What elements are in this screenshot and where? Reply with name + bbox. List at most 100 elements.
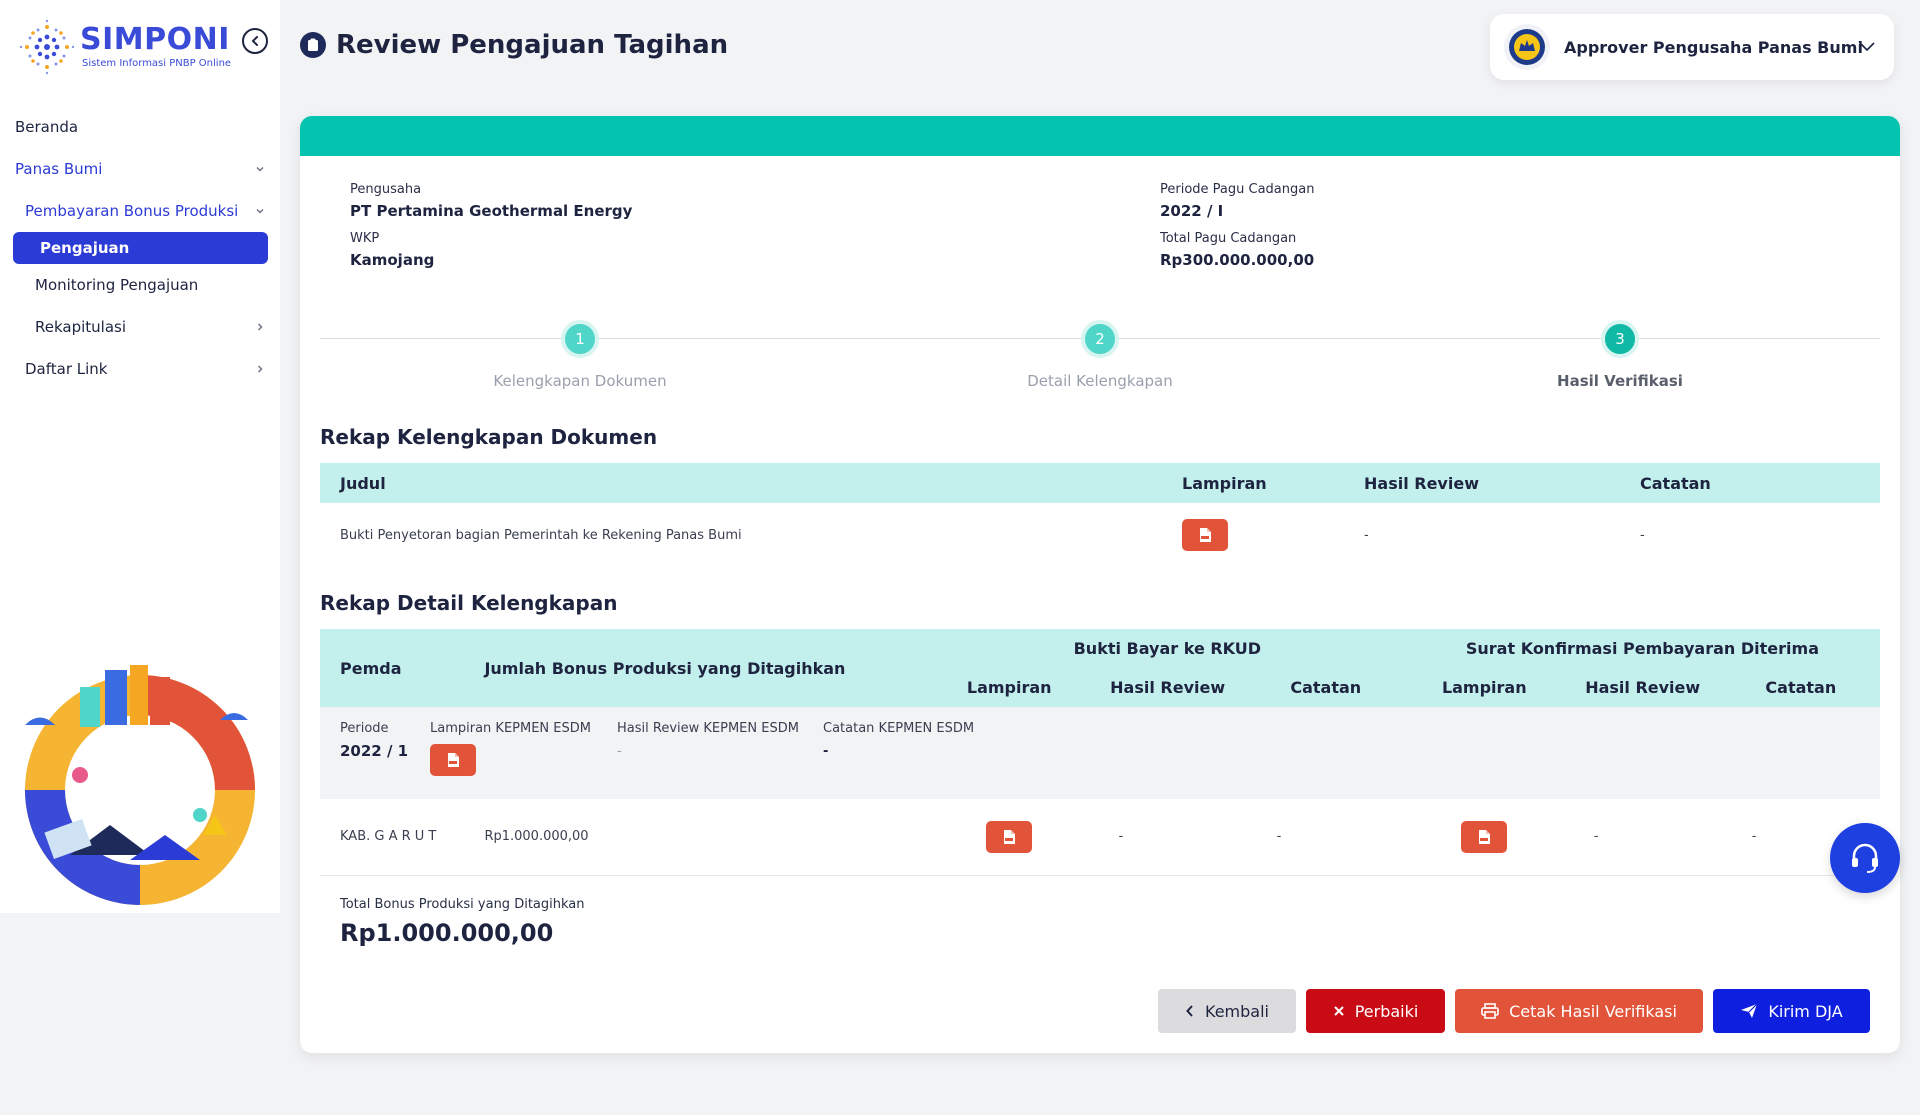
step-number: 3	[1601, 320, 1639, 358]
kemenkeu-emblem-icon	[1504, 24, 1550, 70]
step-number: 2	[1081, 320, 1119, 358]
fix-button[interactable]: Perbaiki	[1306, 989, 1445, 1033]
sidebar-item-panas-bumi[interactable]: Panas Bumi	[0, 148, 280, 190]
pdf-file-icon	[1200, 528, 1211, 542]
col-bukti-catatan: Catatan	[1246, 668, 1405, 707]
sidebar-item-pembayaran-bonus-produksi[interactable]: Pembayaran Bonus Produksi	[0, 190, 280, 232]
total-bonus-label: Total Bonus Produksi yang Ditagihkan	[340, 897, 585, 912]
pdf-file-icon	[1004, 829, 1016, 844]
info-pengusaha: Pengusaha PT Pertamina Geothermal Energy	[350, 182, 632, 220]
kepmen-lampiran-block: Lampiran KEPMEN ESDM	[430, 721, 591, 776]
logo-title: SIMPONI	[80, 22, 230, 57]
cell-hasil-review: -	[1364, 527, 1369, 543]
info-total-pagu: Total Pagu Cadangan Rp300.000.000,00	[1160, 231, 1314, 269]
periode-cell: Periode 2022 / 1 Lampiran KEPMEN ESDM Ha…	[320, 707, 1880, 799]
step-detail-kelengkapan[interactable]: 2 Detail Kelengkapan	[950, 320, 1250, 390]
info-wkp: WKP Kamojang	[350, 231, 434, 269]
col-catatan: Catatan	[1640, 463, 1880, 503]
chevron-right-icon	[254, 321, 266, 333]
wkp-label: WKP	[350, 231, 380, 246]
sidebar-item-label: Pembayaran Bonus Produksi	[25, 202, 239, 220]
col-jumlah: Jumlah Bonus Produksi yang Ditagihkan	[484, 629, 930, 707]
periode-value: 2022 / I	[1160, 202, 1224, 220]
sidebar-item-pengajuan[interactable]: Pengajuan	[13, 232, 268, 264]
col-bukti-lampiran: Lampiran	[929, 668, 1089, 707]
table-header-row: Pemda Jumlah Bonus Produksi yang Ditagih…	[320, 629, 1880, 707]
stepper: 1 Kelengkapan Dokumen 2 Detail Kelengkap…	[320, 318, 1880, 398]
total-pagu-value: Rp300.000.000,00	[1160, 251, 1315, 269]
pengusaha-value: PT Pertamina Geothermal Energy	[350, 202, 633, 220]
sidebar: SIMPONI Sistem Informasi PNBP Online Ber…	[0, 0, 280, 913]
table-row: Bukti Penyetoran bagian Pemerintah ke Re…	[320, 503, 1880, 567]
cell-catatan: -	[1640, 527, 1645, 543]
section-title-rekap-detail: Rekap Detail Kelengkapan	[320, 591, 618, 615]
col-surat-lampiran: Lampiran	[1404, 668, 1564, 707]
cell-judul: Bukti Penyetoran bagian Pemerintah ke Re…	[340, 527, 742, 543]
sidebar-item-daftar-link[interactable]: Daftar Link	[0, 348, 280, 390]
back-button-label: Kembali	[1205, 1001, 1269, 1021]
printer-icon	[1481, 1003, 1499, 1019]
kepmen-hasil-value: -	[617, 744, 622, 759]
sidebar-nav: Beranda Panas Bumi Pembayaran Bonus Prod…	[0, 106, 280, 390]
page-header: Review Pengajuan Tagihan	[300, 30, 728, 60]
sidebar-item-rekapitulasi[interactable]: Rekapitulasi	[0, 306, 280, 348]
sidebar-item-monitoring-pengajuan[interactable]: Monitoring Pengajuan	[0, 264, 280, 306]
col-surat-catatan: Catatan	[1721, 668, 1880, 707]
back-button[interactable]: Kembali	[1158, 989, 1296, 1033]
pdf-kepmen-button[interactable]	[430, 744, 476, 776]
send-dja-button[interactable]: Kirim DJA	[1713, 989, 1870, 1033]
logo-mark-icon	[19, 19, 75, 75]
pdf-file-icon	[1479, 829, 1491, 844]
sidebar-item-label: Panas Bumi	[15, 160, 103, 178]
sidebar-item-label: Daftar Link	[25, 360, 108, 378]
step-label: Detail Kelengkapan	[1027, 372, 1173, 390]
cell-jumlah: Rp1.000.000,00	[484, 799, 930, 876]
clipboard-icon	[300, 32, 326, 58]
rekap-detail-table: Pemda Jumlah Bonus Produksi yang Ditagih…	[320, 629, 1880, 876]
chevron-left-icon	[1186, 1005, 1193, 1017]
chevron-left-icon	[251, 36, 258, 46]
col-judul: Judul	[320, 463, 1182, 503]
col-group-surat-konfirmasi: Surat Konfirmasi Pembayaran Diterima	[1404, 629, 1880, 668]
pdf-surat-konfirmasi-button[interactable]	[1461, 820, 1508, 853]
sidebar-item-beranda[interactable]: Beranda	[0, 106, 280, 148]
print-verification-button[interactable]: Cetak Hasil Verifikasi	[1455, 989, 1703, 1033]
user-menu[interactable]: Approver Pengusaha Panas Bumi	[1490, 14, 1894, 80]
pdf-lampiran-button[interactable]	[1182, 519, 1228, 551]
sidebar-item-label: Monitoring Pengajuan	[35, 276, 199, 294]
pdf-file-icon	[448, 753, 459, 767]
cell-surat-lampiran	[1404, 799, 1564, 876]
col-surat-hasil-review: Hasil Review	[1563, 668, 1722, 707]
sidebar-illustration	[25, 665, 255, 905]
kepmen-hasil-label: Hasil Review KEPMEN ESDM	[617, 721, 799, 736]
col-bukti-hasil-review: Hasil Review	[1088, 668, 1247, 707]
table-row: KAB. G A R U T Rp1.000.000,00 - - - -	[320, 799, 1880, 876]
kepmen-lampiran-label: Lampiran KEPMEN ESDM	[430, 721, 591, 736]
step-hasil-verifikasi[interactable]: 3 Hasil Verifikasi	[1470, 320, 1770, 390]
pengusaha-label: Pengusaha	[350, 182, 422, 197]
cell-lampiran	[1182, 503, 1364, 567]
send-button-label: Kirim DJA	[1768, 1001, 1843, 1021]
info-periode: Periode Pagu Cadangan 2022 / I	[1160, 182, 1314, 220]
step-kelengkapan-dokumen[interactable]: 1 Kelengkapan Dokumen	[430, 320, 730, 390]
periode-value: 2022 / 1	[340, 742, 409, 760]
logo[interactable]: SIMPONI Sistem Informasi PNBP Online	[18, 18, 238, 78]
support-button[interactable]	[1830, 823, 1900, 893]
col-pemda: Pemda	[320, 629, 485, 707]
fix-button-label: Perbaiki	[1354, 1001, 1419, 1021]
review-card: Pengusaha PT Pertamina Geothermal Energy…	[300, 116, 1900, 1053]
rekap-dokumen-table: Judul Lampiran Hasil Review Catatan Bukt…	[320, 463, 1880, 567]
collapse-sidebar-button[interactable]	[242, 28, 268, 54]
step-number: 1	[561, 320, 599, 358]
col-lampiran: Lampiran	[1182, 463, 1364, 503]
close-icon	[1333, 1006, 1344, 1016]
chevron-down-icon	[1858, 38, 1876, 57]
cell-bukti-catatan: -	[1246, 799, 1405, 876]
chevron-down-icon	[254, 205, 266, 217]
col-hasil-review: Hasil Review	[1364, 463, 1640, 503]
total-pagu-label: Total Pagu Cadangan	[1160, 231, 1297, 246]
pdf-bukti-bayar-button[interactable]	[986, 820, 1033, 853]
total-bonus-value: Rp1.000.000,00	[340, 919, 554, 947]
page-title: Review Pengajuan Tagihan	[336, 30, 729, 60]
step-label: Kelengkapan Dokumen	[493, 372, 667, 390]
